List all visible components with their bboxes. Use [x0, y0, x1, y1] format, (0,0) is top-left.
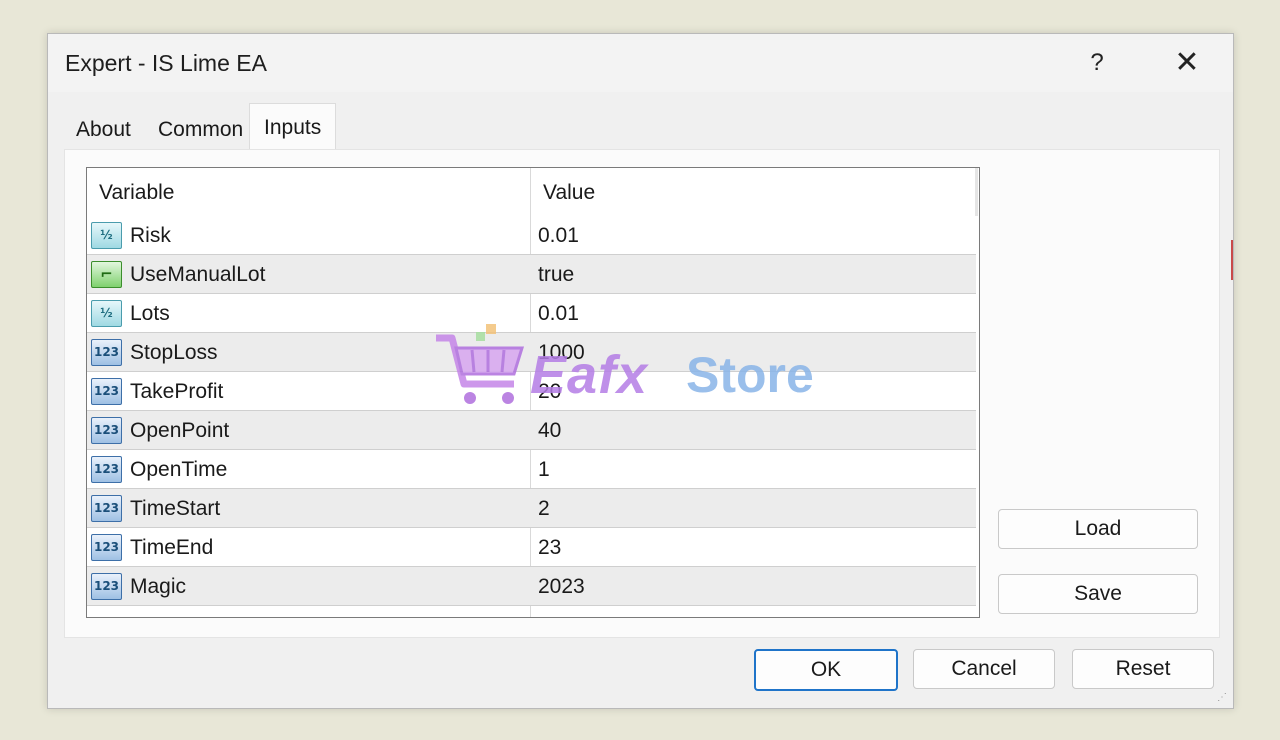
load-button[interactable]: Load — [998, 509, 1198, 549]
background-window-edge — [1231, 240, 1233, 280]
variable-name: Lots — [130, 302, 170, 325]
variable-name: TimeStart — [130, 497, 221, 520]
variable-name: OpenPoint — [130, 419, 230, 442]
integer-type-icon: 123 — [91, 378, 122, 405]
variable-value[interactable]: 23 — [538, 528, 561, 566]
table-row[interactable]: 123 StopLoss 1000 — [87, 333, 976, 372]
tab-common[interactable]: Common — [144, 109, 257, 149]
scrollbar[interactable] — [975, 168, 978, 216]
tab-inputs[interactable]: Inputs — [249, 103, 337, 151]
resize-grip-icon[interactable]: ⋰ — [1217, 692, 1229, 704]
column-header-value[interactable]: Value — [543, 168, 595, 216]
variable-name: OpenTime — [130, 458, 228, 481]
integer-type-icon: 123 — [91, 573, 122, 600]
grid-header: Variable Value — [87, 168, 979, 216]
ok-button[interactable]: OK — [754, 649, 898, 691]
table-row[interactable]: 123 Magic 2023 — [87, 567, 976, 606]
table-row[interactable]: 123 OpenPoint 40 — [87, 411, 976, 450]
table-row[interactable]: 123 TimeStart 2 — [87, 489, 976, 528]
tab-about[interactable]: About — [62, 109, 145, 149]
variable-name: TimeEnd — [130, 536, 214, 559]
variable-name: TakeProfit — [130, 380, 224, 403]
close-button[interactable]: ✕ — [1168, 44, 1206, 82]
table-row[interactable]: 123 TakeProfit 20 — [87, 372, 976, 411]
save-button[interactable]: Save — [998, 574, 1198, 614]
integer-type-icon: 123 — [91, 495, 122, 522]
inputs-panel: Variable Value ½ Risk 0.01 ⌐ UseManualLo… — [64, 149, 1220, 638]
variable-value[interactable]: 20 — [538, 372, 561, 410]
column-header-variable[interactable]: Variable — [99, 168, 175, 216]
variable-value[interactable]: 1000 — [538, 333, 585, 371]
variable-value[interactable]: true — [538, 255, 574, 293]
reset-button[interactable]: Reset — [1072, 649, 1214, 689]
table-row[interactable]: 123 OpenTime 1 — [87, 450, 976, 489]
table-row[interactable]: ½ Risk 0.01 — [87, 216, 976, 255]
integer-type-icon: 123 — [91, 339, 122, 366]
variable-value[interactable]: 0.01 — [538, 294, 579, 332]
title-bar[interactable]: Expert - IS Lime EA ? ✕ — [48, 34, 1233, 92]
variable-value[interactable]: 0.01 — [538, 216, 579, 254]
inputs-grid[interactable]: Variable Value ½ Risk 0.01 ⌐ UseManualLo… — [86, 167, 980, 618]
integer-type-icon: 123 — [91, 534, 122, 561]
variable-name: UseManualLot — [130, 263, 266, 286]
variable-name: Risk — [130, 224, 171, 247]
table-row[interactable]: ⌐ UseManualLot true — [87, 255, 976, 294]
bool-type-icon: ⌐ — [91, 261, 122, 288]
variable-name: Magic — [130, 575, 187, 598]
integer-type-icon: 123 — [91, 456, 122, 483]
variable-value[interactable]: 40 — [538, 411, 561, 449]
double-type-icon: ½ — [91, 222, 122, 249]
variable-value[interactable]: 2 — [538, 489, 550, 527]
variable-value[interactable]: 2023 — [538, 567, 585, 605]
variable-value[interactable]: 1 — [538, 450, 550, 488]
variable-name: StopLoss — [130, 341, 218, 364]
help-button[interactable]: ? — [1084, 44, 1110, 82]
window-title: Expert - IS Lime EA — [65, 50, 267, 76]
cancel-button[interactable]: Cancel — [913, 649, 1055, 689]
double-type-icon: ½ — [91, 300, 122, 327]
expert-properties-dialog: Expert - IS Lime EA ? ✕ About Common Inp… — [47, 33, 1234, 709]
table-row[interactable]: ½ Lots 0.01 — [87, 294, 976, 333]
table-row[interactable]: 123 TimeEnd 23 — [87, 528, 976, 567]
integer-type-icon: 123 — [91, 417, 122, 444]
